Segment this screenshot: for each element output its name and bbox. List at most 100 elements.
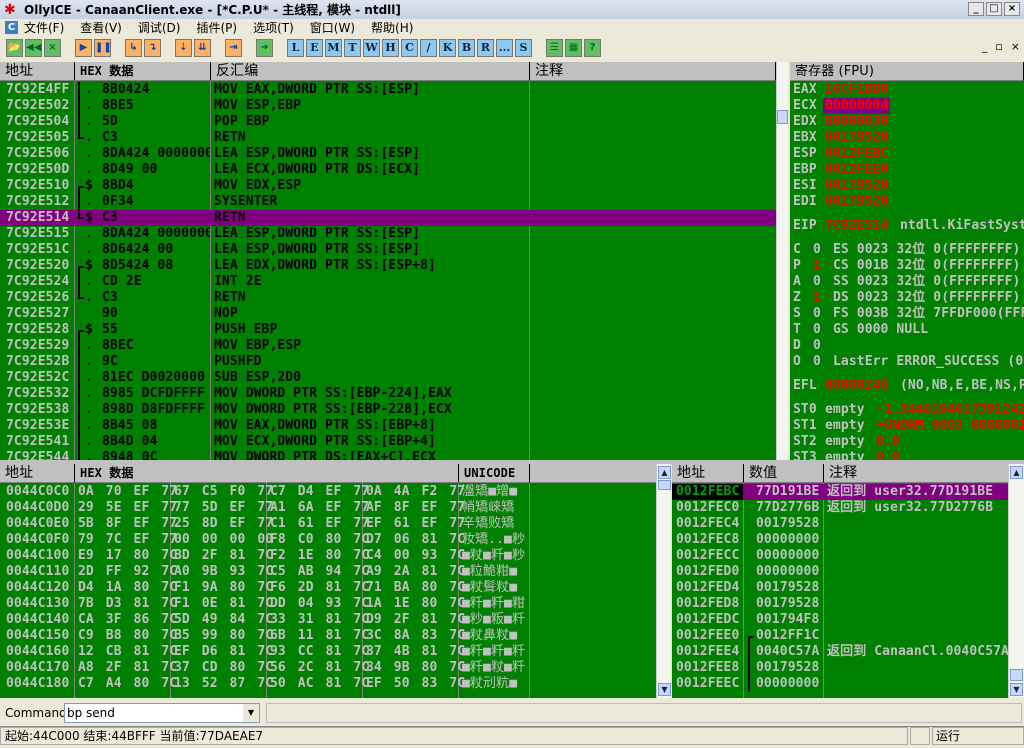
- cpu-window-icon[interactable]: C: [5, 21, 18, 34]
- disasm-row[interactable]: 7C92E544. 8948 0C MOV DWORD PTR DS:[EAX+C]…: [0, 450, 776, 460]
- col-header-address[interactable]: 地址: [0, 62, 75, 81]
- dump-row[interactable]: 0044C120 D4 1A 80 7C F1 9A 80 7C F6 2D 81 7…: [0, 580, 656, 596]
- flag-value[interactable]: 0: [813, 354, 821, 370]
- register-value[interactable]: 00179528: [823, 194, 890, 210]
- dump-scrollbar[interactable]: ▲ ▼: [656, 464, 671, 698]
- run-button[interactable]: ▶: [75, 39, 92, 57]
- source-button[interactable]: S: [515, 39, 532, 57]
- flag-p[interactable]: P 1 CS 001B 32位 0(FFFFFFFF): [790, 258, 1024, 274]
- dump-row[interactable]: 0044C110 2D FF 92 7C A0 9B 93 7C C5 AB 94 7…: [0, 564, 656, 580]
- col-header-hex[interactable]: HEX 数据: [75, 62, 211, 81]
- register-ebx[interactable]: EBX 00179528: [790, 130, 1024, 146]
- dump-row[interactable]: 0044C130 7B D3 81 7C F1 0E 81 7C DD 04 93 7…: [0, 596, 656, 612]
- flag-a[interactable]: A 0 SS 0023 32位 0(FFFFFFFF): [790, 274, 1024, 290]
- registers-header[interactable]: 寄存器 (FPU): [790, 62, 1024, 81]
- palette-button[interactable]: ▦: [565, 39, 582, 57]
- stack-row[interactable]: 0012FEE4 0040C57A 返回到 CanaanCl.0040C57A: [672, 644, 1008, 660]
- fpu-st3[interactable]: ST3 empty 0.0: [790, 450, 1024, 460]
- fpu-value[interactable]: -1.3446194617391242: [876, 402, 1024, 418]
- disasm-row[interactable]: 7C92E50D. 8D49 00 LEA ECX,DWORD PTR DS:[EC…: [0, 162, 776, 178]
- flag-value[interactable]: 0: [813, 322, 821, 338]
- register-value[interactable]: 00179528: [823, 178, 890, 194]
- col-header-disassembly[interactable]: 反汇编: [211, 62, 530, 81]
- maximize-button[interactable]: □: [986, 2, 1002, 16]
- disasm-row[interactable]: 7C92E528 $55 PUSH EBP: [0, 322, 776, 338]
- references-button[interactable]: R: [477, 39, 494, 57]
- stack-col-address[interactable]: 地址: [672, 464, 744, 483]
- run-trace-button[interactable]: ...: [496, 39, 513, 57]
- stack-col-value[interactable]: 数值: [744, 464, 824, 483]
- breakpoints-button[interactable]: B: [458, 39, 475, 57]
- disasm-row[interactable]: 7C92E538. 898D D8FDFFFF MOV DWORD PTR SS:[…: [0, 402, 776, 418]
- disasm-row[interactable]: 7C92E502. 8BE5 MOV ESP,EBP: [0, 98, 776, 114]
- windows-button[interactable]: W: [363, 39, 380, 57]
- stack-row[interactable]: 0012FEE0 0012FF1C: [672, 628, 1008, 644]
- menu-item-6[interactable]: 帮助(H): [371, 19, 413, 36]
- disasm-row[interactable]: 7C92E504. 5D POP EBP: [0, 114, 776, 130]
- stack-col-comment[interactable]: 注释: [824, 464, 1008, 483]
- modules-button[interactable]: E: [306, 39, 323, 57]
- command-input[interactable]: [65, 704, 241, 722]
- disasm-row[interactable]: 7C92E4FF. 8B0424 MOV EAX,DWORD PTR SS:[ESP…: [0, 82, 776, 98]
- dump-row[interactable]: 0044C0E0 5B 8F EF 77 25 8D EF 77 C1 61 EF 7…: [0, 516, 656, 532]
- stack-pane[interactable]: 地址 数值 注释 0012FEBC 77D191BE 返回到 user32.77D1…: [672, 464, 1008, 698]
- dump-row[interactable]: 0044C140 CA 3F 86 7C 5D 49 84 7C 33 31 81 7…: [0, 612, 656, 628]
- step-into-button[interactable]: ↳: [125, 39, 142, 57]
- flag-value[interactable]: 1: [813, 258, 821, 274]
- close-button[interactable]: ×: [44, 39, 61, 57]
- scroll-down-icon[interactable]: ▼: [658, 683, 671, 696]
- disasm-row[interactable]: 7C92E506. 8DA424 00000000 LEA ESP,DWORD PT…: [0, 146, 776, 162]
- register-value[interactable]: 00000030: [823, 114, 890, 130]
- register-edx[interactable]: EDX 00000030: [790, 114, 1024, 130]
- stack-row[interactable]: 0012FED0 00000000: [672, 564, 1008, 580]
- memory-button[interactable]: M: [325, 39, 342, 57]
- goto-button[interactable]: ➜: [256, 39, 273, 57]
- register-value[interactable]: 00179528: [823, 130, 890, 146]
- stack-row[interactable]: 0012FEBC 77D191BE 返回到 user32.77D191BE: [672, 484, 1008, 500]
- register-value[interactable]: 0012FEE0: [823, 162, 890, 178]
- pause-button[interactable]: ❚❚: [94, 39, 112, 57]
- disasm-row[interactable]: 7C92E515. 8DA424 00000000 LEA ESP,DWORD PT…: [0, 226, 776, 242]
- register-value[interactable]: 00000246: [825, 378, 888, 394]
- flag-value[interactable]: 0: [813, 338, 821, 354]
- command-dropdown-arrow-icon[interactable]: ▼: [243, 704, 259, 722]
- fpu-value[interactable]: +UNORM 0003 00000010: [876, 418, 1024, 434]
- disasm-row[interactable]: 7C92E505. C3 RETN: [0, 130, 776, 146]
- list-button[interactable]: ☰: [546, 39, 563, 57]
- execute-till-return-button[interactable]: ⇥: [225, 39, 242, 57]
- fpu-st1[interactable]: ST1 empty +UNORM 0003 00000010: [790, 418, 1024, 434]
- scroll-down-icon[interactable]: ▼: [1010, 683, 1023, 696]
- stack-row[interactable]: 0012FEC4 00179528: [672, 516, 1008, 532]
- menu-item-3[interactable]: 插件(P): [196, 19, 237, 36]
- dump-row[interactable]: 0044C180 C7 A4 80 7C 13 52 87 7C 50 AC 81 7…: [0, 676, 656, 692]
- disassembly-pane[interactable]: 地址 HEX 数据 反汇编 注释 7C92E4FF. 8B0424 MOV EAX,…: [0, 62, 776, 460]
- flag-t[interactable]: T 0 GS 0000 NULL: [790, 322, 1024, 338]
- dump-row[interactable]: 0044C0C0 0A 70 EF 77 67 C5 F0 77 C7 D4 EF 7…: [0, 484, 656, 500]
- menu-item-0[interactable]: 文件(F): [24, 19, 64, 36]
- disasm-row[interactable]: 7C92E51C. 8D6424 00 LEA ESP,DWORD PTR SS:[…: [0, 242, 776, 258]
- scroll-up-icon[interactable]: ▲: [658, 466, 671, 479]
- log-button[interactable]: L: [287, 39, 304, 57]
- flag-value[interactable]: 1: [813, 290, 821, 306]
- open-button[interactable]: 📂: [6, 39, 23, 57]
- flag-value[interactable]: 0: [813, 242, 821, 258]
- fpu-value[interactable]: 0.0: [876, 450, 900, 460]
- cpu-button[interactable]: C: [401, 39, 418, 57]
- menu-item-1[interactable]: 查看(V): [80, 19, 122, 36]
- disasm-row[interactable]: 7C92E53E. 8B45 08 MOV EAX,DWORD PTR SS:[EB…: [0, 418, 776, 434]
- register-eax[interactable]: EAX 16CF1DD0: [790, 82, 1024, 98]
- flag-value[interactable]: 0: [813, 274, 821, 290]
- stack-row[interactable]: 0012FED8 00179528: [672, 596, 1008, 612]
- register-efl[interactable]: EFL 00000246 (NO,NB,E,BE,NS,PE,GE,LE): [790, 378, 1024, 394]
- help-button[interactable]: ?: [584, 39, 601, 57]
- dump-row[interactable]: 0044C0D0 29 5E EF 77 77 5D EF 77 A1 6A EF 7…: [0, 500, 656, 516]
- flag-z[interactable]: Z 1 DS 0023 32位 0(FFFFFFFF): [790, 290, 1024, 306]
- disasm-row[interactable]: 7C92E520 $8D5424 08 LEA EDX,DWORD PTR SS:[…: [0, 258, 776, 274]
- stack-row[interactable]: 0012FEEC 00000000: [672, 676, 1008, 692]
- threads-button[interactable]: T: [344, 39, 361, 57]
- stack-row[interactable]: 0012FED4 00179528: [672, 580, 1008, 596]
- dump-col-address[interactable]: 地址: [0, 464, 75, 483]
- step-over-button[interactable]: ↴: [144, 39, 161, 57]
- call-stack-button[interactable]: K: [439, 39, 456, 57]
- register-esi[interactable]: ESI 00179528: [790, 178, 1024, 194]
